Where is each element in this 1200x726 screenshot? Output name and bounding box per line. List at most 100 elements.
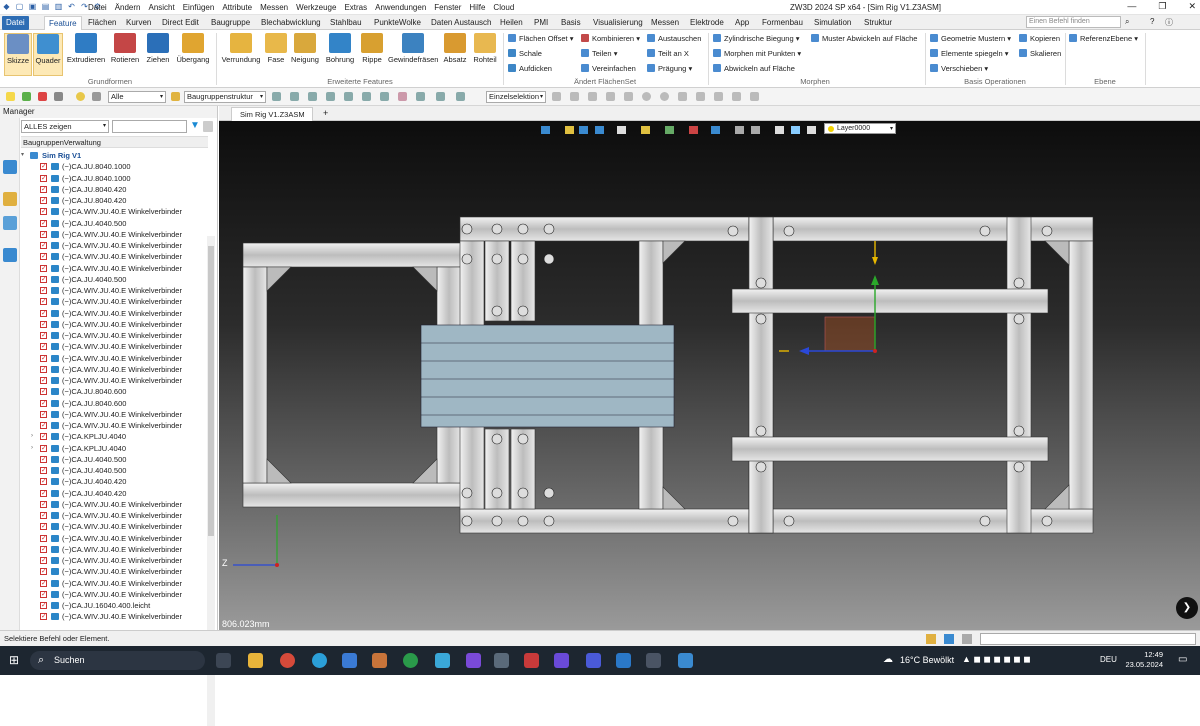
app-icon[interactable]: ◆ xyxy=(2,1,11,12)
doc-tab-sim-rig[interactable]: Sim Rig V1.Z3ASM ✕ xyxy=(231,107,313,132)
tree-item[interactable]: (−)CA.WIV.JU.40.E Winkelverbinder xyxy=(21,296,207,307)
assembly-manager-icon[interactable] xyxy=(3,160,17,174)
visibility-checkbox[interactable] xyxy=(40,589,47,600)
referenzebene-button[interactable]: ReferenzEbene ▾ xyxy=(1069,34,1138,44)
visibility-checkbox[interactable] xyxy=(40,600,47,611)
snap-icon-9[interactable] xyxy=(416,92,425,101)
snap-icon-6[interactable] xyxy=(362,92,371,101)
tree-item[interactable]: (−)CA.WIV.JU.40.E Winkelverbinder xyxy=(21,240,207,251)
tab-visualisierung[interactable]: Visualisierung xyxy=(589,16,647,30)
app-icon-5[interactable] xyxy=(494,653,509,668)
visibility-checkbox[interactable] xyxy=(40,386,47,397)
tray-icons[interactable]: ▲ ◼ ◼ ◼ ◼ ◼ ◼ xyxy=(962,654,1031,665)
menu-messen[interactable]: Messen xyxy=(256,2,292,13)
visibility-checkbox[interactable] xyxy=(40,251,47,262)
verschieben-button[interactable]: Verschieben ▾ xyxy=(930,64,988,74)
tab-stahlbau[interactable]: Stahlbau xyxy=(326,16,366,30)
minimize-icon[interactable]: — xyxy=(1127,1,1136,12)
vereinfachen-button[interactable]: Vereinfachen xyxy=(581,64,636,74)
tab-app[interactable]: App xyxy=(731,16,753,30)
visibility-checkbox[interactable] xyxy=(40,566,47,577)
zylindrische-biegung-button[interactable]: Zylindrische Biegung ▾ xyxy=(713,34,799,44)
expand-icon[interactable]: › xyxy=(31,443,33,454)
command-line-input[interactable] xyxy=(980,633,1196,645)
menu-fenster[interactable]: Fenster xyxy=(430,2,465,13)
3d-viewport[interactable]: Layer0000 ▾ Z 806.023mm ❯ xyxy=(219,121,1200,630)
visibility-checkbox[interactable] xyxy=(40,173,47,184)
save-icon[interactable]: ▤ xyxy=(41,1,50,12)
status-icon-2[interactable] xyxy=(944,634,954,644)
tree-item[interactable]: (−)CA.JU.16040.400.leicht xyxy=(21,600,207,611)
austauschen-button[interactable]: Austauschen xyxy=(647,34,701,44)
tree-item[interactable]: (−)CA.WIV.JU.40.E Winkelverbinder xyxy=(21,578,207,589)
visibility-checkbox[interactable] xyxy=(40,206,47,217)
muster-abwickeln-button[interactable]: Muster Abwickeln auf Fläche xyxy=(811,34,917,44)
menu-extras[interactable]: Extras xyxy=(340,2,371,13)
edge-icon[interactable] xyxy=(312,653,327,668)
visibility-checkbox[interactable] xyxy=(40,274,47,285)
menu-hilfe[interactable]: Hilfe xyxy=(465,2,489,13)
flaechen-offset-button[interactable]: Flächen Offset ▾ xyxy=(508,34,574,44)
tab-baugruppe[interactable]: Baugruppe xyxy=(207,16,254,30)
open-icon[interactable]: ▣ xyxy=(28,1,37,12)
visibility-checkbox[interactable] xyxy=(40,285,47,296)
status-icon-1[interactable] xyxy=(926,634,936,644)
visibility-checkbox[interactable] xyxy=(40,465,47,476)
menu-datei[interactable]: Datei xyxy=(84,2,111,13)
tree-item[interactable]: (−)CA.WIV.JU.40.E Winkelverbinder xyxy=(21,330,207,341)
visibility-checkbox[interactable] xyxy=(40,184,47,195)
visibility-checkbox[interactable] xyxy=(40,578,47,589)
app-icon-2[interactable] xyxy=(403,653,418,668)
tree-item[interactable]: › (−)CA.KPLJU.4040 xyxy=(21,443,207,454)
rohteil-button[interactable]: Rohteil xyxy=(471,33,499,64)
tree-item[interactable]: (−)CA.WIV.JU.40.E Winkelverbinder xyxy=(21,420,207,431)
visibility-checkbox[interactable] xyxy=(40,420,47,431)
menu-werkzeuge[interactable]: Werkzeuge xyxy=(292,2,340,13)
tool-icon-10[interactable] xyxy=(714,92,723,101)
collapse-icon[interactable]: ▾ xyxy=(21,150,24,161)
notification-icon[interactable]: ▭ xyxy=(1178,654,1187,665)
tab-messen[interactable]: Messen xyxy=(647,16,683,30)
tab-feature[interactable]: Feature xyxy=(44,16,82,30)
expand-icon[interactable]: › xyxy=(31,431,33,442)
chrome-icon[interactable] xyxy=(280,653,295,668)
tab-struktur[interactable]: Struktur xyxy=(860,16,896,30)
schale-button[interactable]: Schale xyxy=(508,49,542,59)
tree-item[interactable]: (−)CA.WIV.JU.40.E Winkelverbinder xyxy=(21,206,207,217)
view-manager-icon[interactable] xyxy=(3,216,17,230)
geometrie-mustern-button[interactable]: Geometrie Mustern ▾ xyxy=(930,34,1011,44)
visibility-checkbox[interactable] xyxy=(40,555,47,566)
gewindefraesen-button[interactable]: Gewindefräsen xyxy=(388,33,438,64)
app-icon-1[interactable] xyxy=(372,653,387,668)
pick-filter-icon[interactable] xyxy=(76,92,85,101)
tree-item[interactable]: (−)CA.WIV.JU.40.E Winkelverbinder xyxy=(21,364,207,375)
tool-icon-3[interactable] xyxy=(588,92,597,101)
tree-item[interactable]: (−)CA.WIV.JU.40.E Winkelverbinder xyxy=(21,499,207,510)
tab-blechabwicklung[interactable]: Blechabwicklung xyxy=(257,16,325,30)
solidworks-icon[interactable] xyxy=(524,653,539,668)
tab-daten-austausch[interactable]: Daten Austausch xyxy=(427,16,495,30)
command-search-input[interactable]: Einen Befehl finden xyxy=(1026,16,1121,28)
tree-item[interactable]: (−)CA.WIV.JU.40.E Winkelverbinder xyxy=(21,353,207,364)
tab-heilen[interactable]: Heilen xyxy=(496,16,527,30)
pick-icon[interactable] xyxy=(6,92,15,101)
add-icon[interactable] xyxy=(22,92,31,101)
visibility-checkbox[interactable] xyxy=(40,229,47,240)
fase-button[interactable]: Fase xyxy=(264,33,288,64)
visibility-checkbox[interactable] xyxy=(40,488,47,499)
tool-icon-8[interactable] xyxy=(678,92,687,101)
visibility-checkbox[interactable] xyxy=(40,443,47,454)
teams-icon[interactable] xyxy=(586,653,601,668)
visibility-checkbox[interactable] xyxy=(40,263,47,274)
tab-kurven[interactable]: Kurven xyxy=(122,16,155,30)
tree-item[interactable]: (−)CA.JU.8040.420 xyxy=(21,184,207,195)
snap-icon-4[interactable] xyxy=(326,92,335,101)
tree-item[interactable]: (−)CA.WIV.JU.40.E Winkelverbinder xyxy=(21,341,207,352)
kombinieren-button[interactable]: Kombinieren ▾ xyxy=(581,34,640,44)
tool-icon-1[interactable] xyxy=(552,92,561,101)
select-mode-icon[interactable] xyxy=(54,92,63,101)
visibility-checkbox[interactable] xyxy=(40,611,47,622)
absatz-button[interactable]: Absatz xyxy=(441,33,469,64)
expand-icon[interactable]: ❯ xyxy=(1176,597,1198,619)
tab-formenbau[interactable]: Formenbau xyxy=(758,16,807,30)
